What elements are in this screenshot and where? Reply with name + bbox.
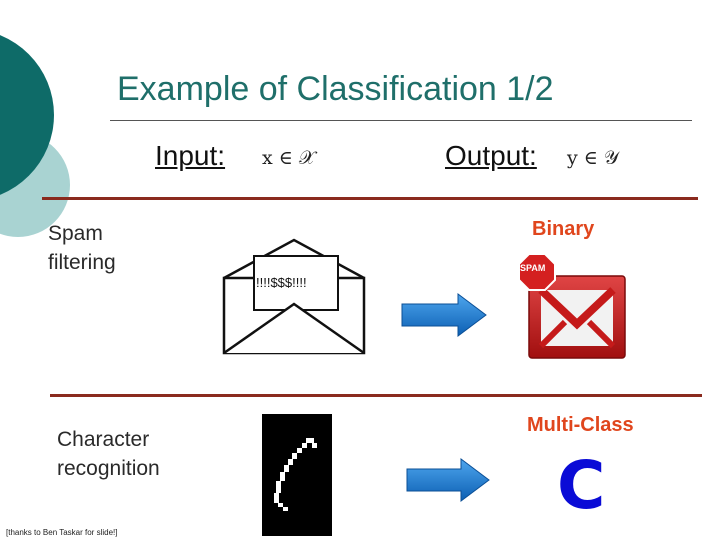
header-divider xyxy=(42,197,698,200)
task-label-line2: filtering xyxy=(48,251,116,274)
input-label: Input: xyxy=(155,140,226,171)
envelope-icon xyxy=(222,238,366,355)
arrow-right-icon xyxy=(401,293,487,337)
task-label-line1: Character xyxy=(57,428,150,451)
arrow-right-icon xyxy=(406,458,490,502)
slide-title: Example of Classification 1/2 xyxy=(117,70,554,108)
task-label-line2: recognition xyxy=(57,457,160,480)
output-letter: C xyxy=(557,447,606,524)
envelope-text: !!!!$$$!!!! xyxy=(256,275,307,290)
handwritten-character-image xyxy=(262,414,332,536)
slide-credit: [thanks to Ben Taskar for slide!] xyxy=(6,528,118,537)
output-math: y ∈ 𝒴 xyxy=(567,147,619,169)
output-label: Output: xyxy=(445,140,537,171)
row-divider xyxy=(50,394,702,397)
task-spam: Spam filtering xyxy=(48,219,116,277)
title-divider xyxy=(110,120,692,121)
task-character: Character recognition xyxy=(57,425,160,483)
output-type-binary: Binary xyxy=(532,218,595,240)
input-math: x ∈ 𝒳 xyxy=(262,147,316,169)
output-type-multiclass: Multi-Class xyxy=(527,414,634,436)
spam-sign-text: SPAM xyxy=(520,263,546,273)
task-label-line1: Spam xyxy=(48,222,103,245)
